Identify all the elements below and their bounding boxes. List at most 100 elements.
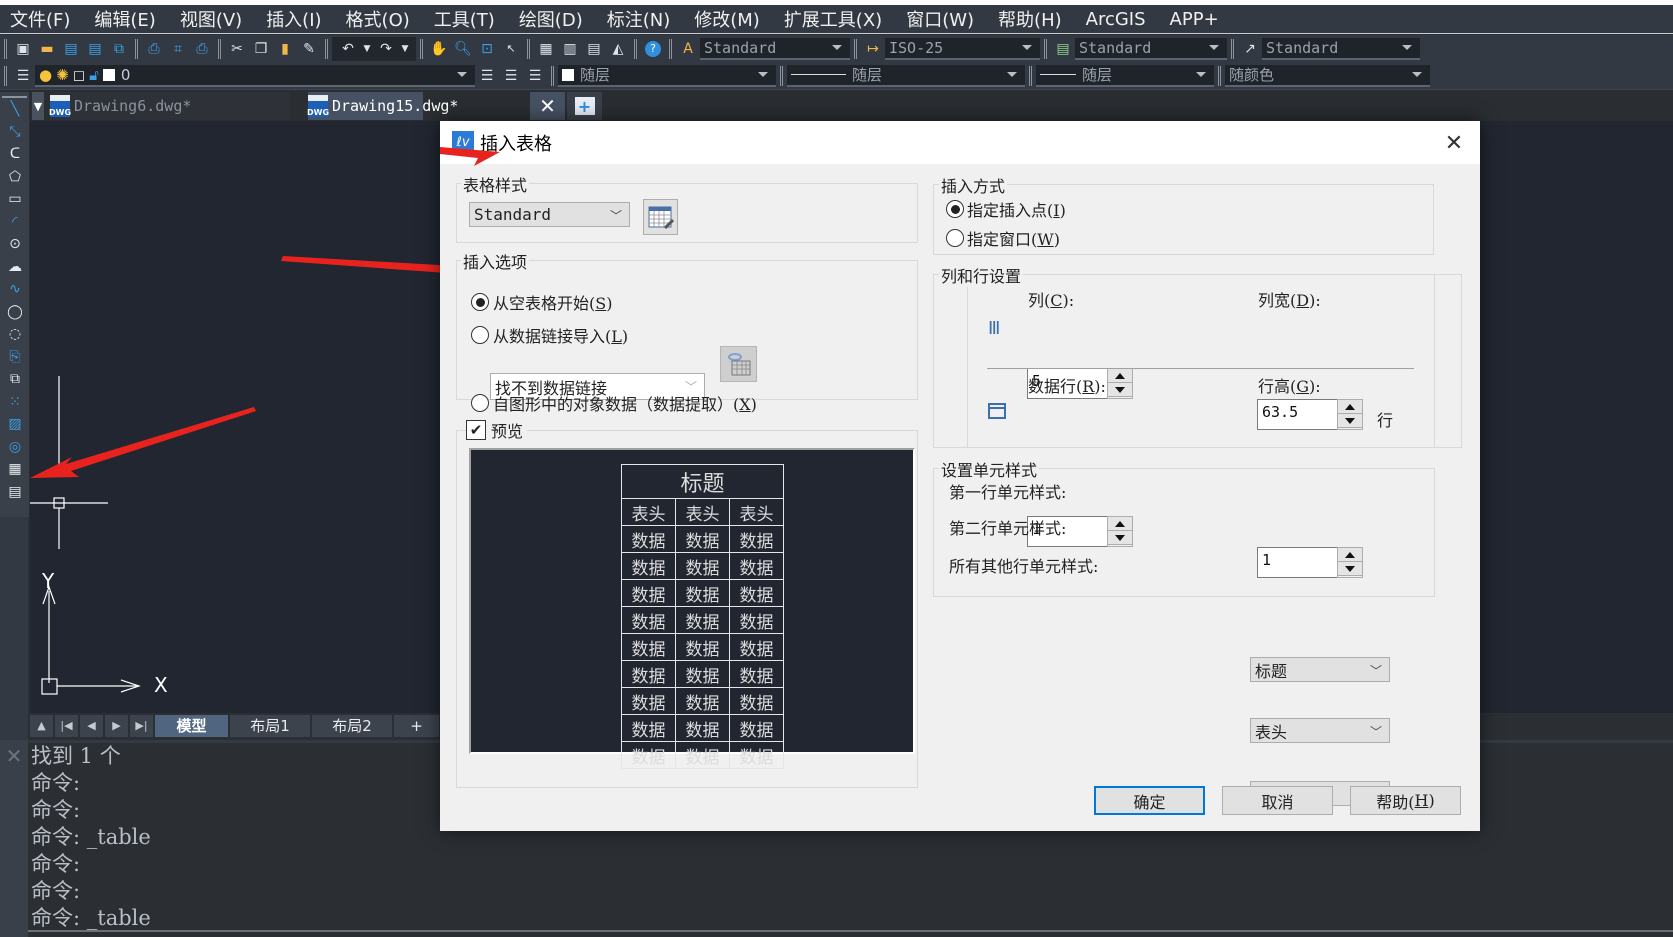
radio-specify-insertion-point[interactable] [946,200,964,218]
color-select[interactable]: 随层 [558,64,776,87]
layout-tab-layout1[interactable]: 布局1 [230,714,310,737]
new-tab-button[interactable]: + [567,92,602,120]
dim-style-select[interactable]: ISO-25 [885,37,1040,60]
arc-icon[interactable]: ◜ [0,211,30,234]
option-specify-window[interactable]: 指定窗口(W) [946,226,1060,250]
menu-file[interactable]: 文件(F) [10,6,70,32]
mtext-icon[interactable]: ▤ [0,481,30,504]
toolbar-grip[interactable] [4,38,7,59]
option-from-object-data[interactable]: 自图形中的对象数据（数据提取）(X) [471,391,757,415]
polyline-icon[interactable]: ᑕ [0,143,30,166]
layer-states-icon[interactable]: ☰ [524,65,546,87]
table-style-edit-button[interactable] [643,199,678,235]
table-icon[interactable]: ▦ [0,458,30,481]
copy-icon[interactable]: ❐ [250,38,272,60]
menu-dimension[interactable]: 标注(N) [607,6,671,32]
print-preview-icon[interactable]: ⌗ [167,38,189,60]
cancel-button[interactable]: 取消 [1222,786,1333,815]
spline-icon[interactable]: ∿ [0,278,30,301]
tab-list-dropdown[interactable]: ▼ [32,92,44,120]
save-icon[interactable]: ▤ [60,38,82,60]
table-style-select[interactable]: Standard [1075,37,1227,60]
insert-block-icon[interactable]: ⎘ [0,346,30,369]
text-style-select[interactable]: Standard [700,37,850,60]
region-icon[interactable]: ◎ [0,436,30,459]
new-icon[interactable]: ▣ [12,38,34,60]
radio-from-data-link[interactable] [471,326,489,344]
table-style-dropdown[interactable]: Standard ﹀ [469,202,630,227]
first-row-style-dropdown[interactable]: 标题 ﹀ [1250,657,1390,682]
option-specify-insertion-point[interactable]: 指定插入点(I) [946,197,1066,221]
paste-icon[interactable]: ▮ [274,38,296,60]
ellipse-arc-icon[interactable]: ◌ [0,323,30,346]
menu-edit[interactable]: 编辑(E) [94,6,155,32]
columns-increment-button[interactable] [1108,369,1132,383]
option-from-data-link[interactable]: 从数据链接导入(L) [471,323,628,347]
last-layout-icon[interactable]: ▶| [130,714,153,737]
layout-tab-layout2[interactable]: 布局2 [312,714,392,737]
menu-tools[interactable]: 工具(T) [434,6,495,32]
pan-icon[interactable]: ✋ [428,38,450,60]
print-icon[interactable]: ⎙ [143,38,165,60]
plotstyle-select[interactable]: 随颜色 [1225,64,1430,87]
lineweight-select[interactable]: 随层 [1036,64,1214,87]
menu-express-tools[interactable]: 扩展工具(X) [784,6,882,32]
columns-decrement-button[interactable] [1108,383,1132,397]
make-block-icon[interactable]: ⧉ [0,368,30,391]
layer-manager-icon[interactable]: ☰ [12,65,34,87]
next-layout-icon[interactable]: ▶ [105,714,128,737]
menu-modify[interactable]: 修改(M) [694,6,760,32]
construction-line-icon[interactable]: ⤡ [0,121,30,144]
design-center-icon[interactable]: ▥ [559,38,581,60]
previous-layout-icon[interactable]: ◀ [80,714,103,737]
column-width-increment-button[interactable] [1338,400,1362,414]
first-layout-icon[interactable]: |◀ [55,714,78,737]
redo-dropdown-icon[interactable]: ▼ [399,38,411,60]
preview-checkbox[interactable]: ✔ [466,420,486,440]
layout-tab-model[interactable]: 模型 [155,714,228,737]
menu-format[interactable]: 格式(O) [346,6,410,32]
redo-icon[interactable]: ↷ [375,38,397,60]
cut-icon[interactable]: ✂ [226,38,248,60]
markup-icon[interactable]: ◭ [607,38,629,60]
dialog-title-bar[interactable]: ℓv 插入表格 ✕ [440,121,1480,164]
menu-window[interactable]: 窗口(W) [906,6,974,32]
column-width-decrement-button[interactable] [1338,414,1362,428]
revision-cloud-icon[interactable]: ☁ [0,256,30,279]
layer-previous-icon[interactable]: ☰ [500,65,522,87]
zoom-window-icon[interactable]: ⊡ [476,38,498,60]
undo-icon[interactable]: ↶ [337,38,359,60]
dialog-close-icon[interactable]: ✕ [1442,131,1466,156]
doc-tab-drawing6[interactable]: DWG Drawing6.dwg* [49,92,290,120]
zoom-previous-icon[interactable]: ↖ [500,38,522,60]
match-properties-icon[interactable]: ✎ [298,38,320,60]
hatch-icon[interactable]: ▨ [0,413,30,436]
menu-arcgis[interactable]: ArcGIS [1086,9,1146,30]
multileader-style-select[interactable]: Standard [1262,37,1420,60]
line-icon[interactable]: ╲ [0,98,30,121]
doc-tab-drawing15-active[interactable]: DWG Drawing15.dwg* [307,92,458,120]
layer-select[interactable]: ● ✺ ◻ 🔓︎ 0 [35,64,475,87]
help-button[interactable]: 帮助(H) [1350,786,1461,815]
undo-dropdown-icon[interactable]: ▼ [361,38,373,60]
preview-toggle[interactable]: ✔ 预览 [466,418,528,442]
menu-draw[interactable]: 绘图(D) [519,6,583,32]
second-row-style-dropdown[interactable]: 表头 ﹀ [1250,718,1390,743]
plot-icon[interactable]: ⎙ [191,38,213,60]
menu-insert[interactable]: 插入(I) [266,6,321,32]
ok-button[interactable]: 确定 [1094,786,1205,815]
circle-icon[interactable]: ⊙ [0,233,30,256]
menu-app-plus[interactable]: APP+ [1170,9,1219,30]
column-width-spinner[interactable]: 63.5 [1257,399,1363,430]
zoom-realtime-icon[interactable]: 🔍︎ [452,38,474,60]
rectangle-icon[interactable]: ▭ [0,188,30,211]
add-layout-button[interactable]: + [394,714,439,737]
menu-help[interactable]: 帮助(H) [998,6,1062,32]
menu-view[interactable]: 视图(V) [180,6,242,32]
close-tab-icon[interactable]: ✕ [530,92,565,120]
properties-icon[interactable]: ▦ [535,38,557,60]
option-start-empty[interactable]: 从空表格开始(S) [471,290,612,314]
toolbar-grip[interactable] [4,65,7,86]
open-icon[interactable]: ▬ [36,38,58,60]
make-current-layer-icon[interactable]: ☰ [476,65,498,87]
